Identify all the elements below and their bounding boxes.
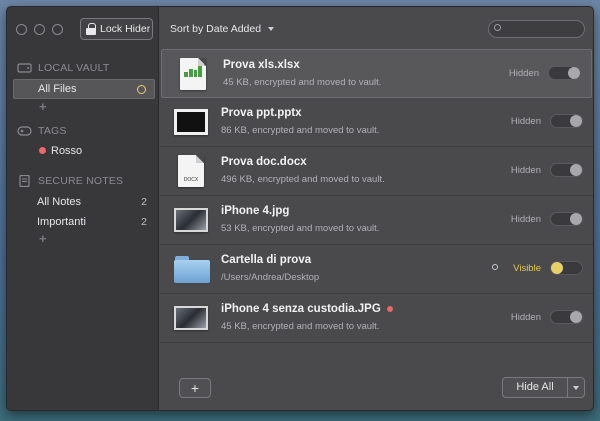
file-name: Prova doc.docx [221,156,307,168]
add-note-button[interactable]: + [39,231,47,246]
lock-icon [86,23,96,35]
file-status: Hidden [510,165,541,176]
file-name: iPhone 4 senza custodia.JPG [221,303,393,315]
search-input[interactable] [488,20,585,38]
docx-file-icon: DOCX [178,155,204,187]
chevron-down-icon [268,27,275,31]
hide-all-label: Hide All [503,378,568,397]
tags-header: TAGS [17,125,67,137]
main-pane: Sort by Date Added Prova xls.xlsx 45 KB,… [160,7,593,410]
file-name: iPhone 4.jpg [221,205,290,217]
search-icon [494,24,501,31]
sidebar-item-all-notes[interactable]: All Notes 2 [13,192,155,212]
red-tag-dot-icon [386,305,393,312]
add-vault-button[interactable]: + [39,99,47,114]
red-tag-dot-icon [39,147,46,154]
file-name: Prova ppt.pptx [221,107,302,119]
xlsx-file-icon [180,58,206,90]
file-row[interactable]: iPhone 4.jpg 53 KB, encrypted and moved … [160,196,593,245]
add-file-button[interactable]: + [179,378,211,398]
file-status: Hidden [510,116,541,127]
visibility-toggle[interactable] [548,66,581,80]
sort-dropdown[interactable]: Sort by Date Added [170,23,275,35]
zoom-window-button[interactable] [52,24,63,35]
sidebar: Lock Hider LOCAL VAULT All Files + TAGS … [7,7,159,410]
file-row[interactable]: Cartella di prova /Users/Andrea/Desktop … [160,245,593,294]
hide-all-menu-button[interactable] [568,385,584,390]
reveal-search-icon[interactable] [492,264,498,270]
file-details: 53 KB, encrypted and moved to vault. [221,223,380,234]
app-window: Lock Hider LOCAL VAULT All Files + TAGS … [6,6,594,411]
visibility-toggle[interactable] [550,212,583,226]
file-row[interactable]: Prova xls.xlsx 45 KB, encrypted and move… [161,49,592,98]
file-name: Cartella di prova [221,254,312,266]
sidebar-item-all-files[interactable]: All Files [13,79,155,99]
file-name: Prova xls.xlsx [223,59,300,71]
local-vault-header: LOCAL VAULT [17,62,109,74]
lock-hider-label: Lock Hider [100,23,151,35]
pptx-file-icon [174,109,208,135]
window-controls [16,24,63,35]
lock-hider-button[interactable]: Lock Hider [80,18,153,40]
jpg-photo-icon [174,208,208,232]
jpg-photo-icon [174,306,208,330]
file-row[interactable]: iPhone 4 senza custodia.JPG 45 KB, encry… [160,294,593,343]
minimize-window-button[interactable] [34,24,45,35]
chevron-down-icon [573,385,579,390]
file-details: 496 KB, encrypted and moved to vault. [221,174,385,185]
tag-icon [17,126,32,136]
file-status: Visible [513,263,541,274]
file-details: 86 KB, encrypted and moved to vault. [221,125,380,136]
active-indicator-icon [137,84,146,94]
visibility-toggle[interactable] [550,114,583,128]
visibility-toggle[interactable] [550,310,583,324]
file-details: /Users/Andrea/Desktop [221,272,320,283]
sidebar-item-tag-rosso[interactable]: Rosso [13,141,155,161]
file-list: Prova xls.xlsx 45 KB, encrypted and move… [160,49,593,343]
visibility-toggle[interactable] [550,261,583,275]
file-details: 45 KB, encrypted and moved to vault. [223,77,382,88]
hide-all-button[interactable]: Hide All [502,377,585,398]
file-status: Hidden [510,312,541,323]
folder-icon [174,255,210,283]
visibility-toggle[interactable] [550,163,583,177]
file-status: Hidden [508,68,539,79]
close-window-button[interactable] [16,24,27,35]
file-status: Hidden [510,214,541,225]
file-row[interactable]: DOCX Prova doc.docx 496 KB, encrypted an… [160,147,593,196]
hard-drive-icon [17,63,32,73]
file-details: 45 KB, encrypted and moved to vault. [221,321,380,332]
sidebar-item-importanti[interactable]: Importanti 2 [13,212,155,232]
file-row[interactable]: Prova ppt.pptx 86 KB, encrypted and move… [160,98,593,147]
note-icon [19,175,30,187]
secure-notes-header: SECURE NOTES [17,175,123,187]
